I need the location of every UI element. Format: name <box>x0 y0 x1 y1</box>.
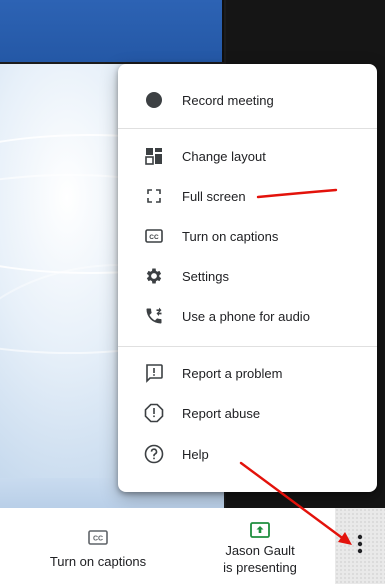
cc-icon: CC <box>38 530 158 545</box>
svg-text:CC: CC <box>93 536 103 543</box>
menu-divider <box>118 346 377 347</box>
menu-item-settings[interactable]: Settings <box>118 256 377 296</box>
menu-item-label: Full screen <box>182 188 246 204</box>
menu-divider <box>118 128 377 129</box>
presenter-name: Jason Gault <box>225 543 295 558</box>
menu-item-change-layout[interactable]: Change layout <box>118 136 377 176</box>
menu-item-report-abuse[interactable]: Report abuse <box>118 393 377 433</box>
menu-item-label: Turn on captions <box>182 228 279 244</box>
fullscreen-icon <box>144 186 164 206</box>
menu-item-help[interactable]: Help <box>118 434 377 474</box>
captions-icon: CC <box>144 226 164 246</box>
menu-item-phone-audio[interactable]: Use a phone for audio <box>118 296 377 336</box>
menu-item-label: Report a problem <box>182 365 283 381</box>
more-options-menu: Record meeting Change layout Full screen… <box>118 64 377 492</box>
menu-item-report-problem[interactable]: Report a problem <box>118 353 377 393</box>
report-abuse-icon <box>144 403 164 423</box>
menu-item-record-meeting[interactable]: Record meeting <box>118 80 377 120</box>
captions-label: Turn on captions <box>49 554 147 569</box>
present-screen-icon <box>205 522 315 538</box>
menu-item-turn-on-captions[interactable]: CC Turn on captions <box>118 216 377 256</box>
menu-item-label: Change layout <box>182 148 266 164</box>
menu-item-label: Report abuse <box>182 405 261 421</box>
svg-text:CC: CC <box>149 234 159 241</box>
layout-icon <box>144 146 164 166</box>
turn-on-captions-button[interactable]: CC Turn on captions <box>38 530 158 570</box>
presentation-slide-header <box>0 0 224 62</box>
phone-audio-icon <box>144 306 164 326</box>
menu-item-label: Use a phone for audio <box>182 308 310 324</box>
meeting-bottom-bar: CC Turn on captions Jason Gault is prese… <box>0 508 385 584</box>
presenting-status: is presenting <box>223 560 297 575</box>
menu-item-label: Settings <box>182 268 229 284</box>
settings-icon <box>144 266 164 286</box>
record-icon <box>144 90 164 110</box>
menu-item-label: Help <box>182 446 209 462</box>
report-problem-icon <box>144 363 164 383</box>
more-options-button[interactable] <box>335 508 385 584</box>
menu-item-label: Record meeting <box>182 92 274 108</box>
more-vert-icon <box>357 534 363 559</box>
presenting-indicator[interactable]: Jason Gault is presenting <box>205 522 315 576</box>
menu-item-full-screen[interactable]: Full screen <box>118 176 377 216</box>
help-icon <box>144 444 164 464</box>
